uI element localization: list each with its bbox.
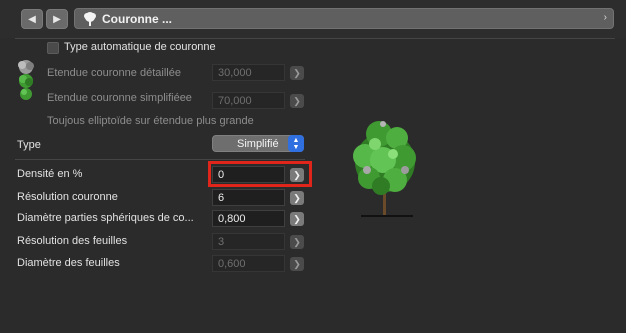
chevron-right-icon: ❯: [293, 236, 301, 247]
detailed-extent-label: Etendue couronne détaillée: [47, 67, 181, 79]
chevron-right-icon: ❯: [293, 213, 301, 224]
top-bar: ◀ ▶ Couronne ... ›: [0, 0, 626, 38]
annotation-highlight: [208, 161, 312, 187]
chevron-right-icon: ▶: [53, 13, 61, 25]
panel-title-bar[interactable]: Couronne ... ›: [74, 8, 614, 29]
chevron-right-icon: ❯: [293, 192, 301, 203]
tree-icon: [84, 12, 96, 26]
leaf-diameter-label: Diamètre des feuilles: [17, 257, 120, 269]
detailed-extent-field[interactable]: 30,000: [212, 64, 285, 81]
leaf-resolution-field[interactable]: 3: [212, 233, 285, 250]
chevron-right-icon: ›: [603, 12, 607, 23]
sphere-diameter-label: Diamètre parties sphériques de co...: [17, 212, 194, 224]
type-select[interactable]: Simplifié ▲ ▼: [212, 135, 304, 152]
chevron-right-icon: ❯: [293, 67, 301, 78]
panel-title: Couronne ...: [102, 12, 172, 26]
sphere-diameter-arrow-button[interactable]: ❯: [290, 212, 304, 226]
divider: [15, 159, 305, 160]
forward-button[interactable]: ▶: [46, 9, 68, 29]
simplified-extent-field[interactable]: 70,000: [212, 92, 285, 109]
tree-preview: [353, 121, 416, 217]
simplified-extent-arrow-button[interactable]: ❯: [290, 94, 304, 108]
chevron-left-icon: ◀: [28, 13, 36, 25]
leaf-resolution-label: Résolution des feuilles: [17, 235, 128, 247]
leaf-diameter-field[interactable]: 0,600: [212, 255, 285, 272]
detailed-extent-arrow-button[interactable]: ❯: [290, 66, 304, 80]
leaf-diameter-arrow-button[interactable]: ❯: [290, 257, 304, 271]
up-down-arrows-icon: ▲ ▼: [288, 135, 304, 152]
crown-resolution-label: Résolution couronne: [17, 191, 118, 203]
crown-resolution-field[interactable]: 6: [212, 189, 285, 206]
type-label: Type: [17, 139, 41, 151]
chevron-right-icon: ❯: [293, 258, 301, 269]
tree-detailed-icon: [18, 60, 34, 100]
crown-resolution-arrow-button[interactable]: ❯: [290, 191, 304, 205]
divider: [15, 38, 615, 39]
simplified-extent-label: Etendue couronne simplifiéee: [47, 92, 192, 104]
ellipsoid-note: Toujous elliptoïde sur étendue plus gran…: [47, 115, 254, 127]
chevron-right-icon: ❯: [293, 95, 301, 106]
leaf-resolution-arrow-button[interactable]: ❯: [290, 235, 304, 249]
back-button[interactable]: ◀: [21, 9, 43, 29]
type-select-value: Simplifié: [237, 138, 279, 150]
auto-crown-checkbox[interactable]: [47, 42, 59, 54]
density-label: Densité en %: [17, 168, 83, 180]
auto-crown-label: Type automatique de couronne: [64, 41, 216, 53]
sphere-diameter-field[interactable]: 0,800: [212, 210, 285, 227]
